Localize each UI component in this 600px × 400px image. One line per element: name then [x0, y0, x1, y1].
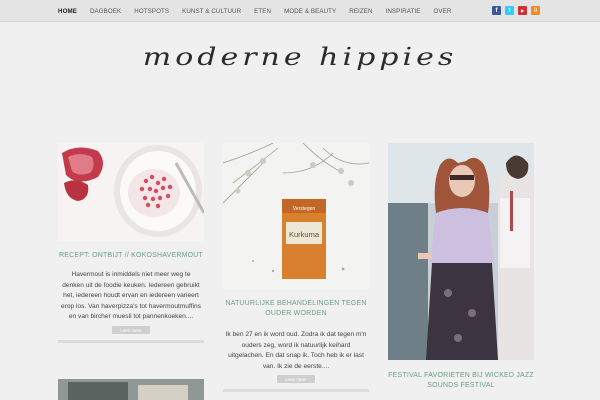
- nav-item-inspiratie[interactable]: INSPIRATIE: [386, 8, 421, 15]
- youtube-icon[interactable]: ▶: [518, 6, 527, 15]
- festival-photo: [388, 143, 534, 360]
- post-divider: [58, 340, 204, 343]
- read-more-button[interactable]: Lees meer: [112, 326, 150, 334]
- top-nav-bar: HOME DAGBOEK HOTSPOTS KUNST & CULTUUR ET…: [0, 0, 600, 22]
- twitter-icon[interactable]: t: [505, 6, 514, 15]
- post-excerpt: Ik ben 27 en ik word oud. Zodra ik dat t…: [225, 331, 367, 370]
- post-title[interactable]: FESTIVAL FAVORIETEN BIJ WICKED JAZZ SOUN…: [388, 371, 534, 391]
- kurkuma-photo: Kurkuma Verstegen: [223, 143, 369, 289]
- rss-icon[interactable]: )): [531, 6, 540, 15]
- nav-item-over[interactable]: OVER: [433, 8, 451, 15]
- post-image-festival-favorieten[interactable]: [388, 143, 534, 360]
- site-logo[interactable]: moderne hippies: [0, 44, 600, 72]
- nav-item-mode-beauty[interactable]: MODE & BEAUTY: [284, 8, 336, 15]
- nav-item-home[interactable]: HOME: [58, 8, 77, 15]
- nav-item-eten[interactable]: ETEN: [254, 8, 271, 15]
- brand-label: Verstegen: [293, 206, 316, 212]
- nav-item-kunst-cultuur[interactable]: KUNST & CULTUUR: [182, 8, 241, 15]
- nav-item-reizen[interactable]: REIZEN: [349, 8, 372, 15]
- post-title[interactable]: NATUURLIJKE BEHANDELINGEN TEGEN OUDER WO…: [223, 299, 369, 319]
- bowl-photo: [58, 143, 204, 241]
- read-more-button[interactable]: Lees meer: [277, 375, 315, 383]
- post-image-kokoshavermout[interactable]: [58, 143, 204, 241]
- post-excerpt: Havermout is inmiddels niet meer weg te …: [61, 271, 201, 320]
- post-image-bottom[interactable]: [58, 379, 204, 400]
- social-icons: f t ▶ )): [492, 6, 540, 15]
- facebook-icon[interactable]: f: [492, 6, 501, 15]
- post-title[interactable]: RECEPT: ONTBIJT // KOKOSHAVERMOUT: [58, 251, 204, 261]
- nav-item-dagboek[interactable]: DAGBOEK: [90, 8, 121, 15]
- nav-item-hotspots[interactable]: HOTSPOTS: [134, 8, 169, 15]
- post-divider: [223, 389, 369, 392]
- main-nav: HOME DAGBOEK HOTSPOTS KUNST & CULTUUR ET…: [58, 0, 464, 22]
- post-image-natuurlijke-behandelingen[interactable]: Kurkuma Verstegen: [223, 143, 369, 289]
- kurkuma-label: Kurkuma: [289, 230, 320, 239]
- bottom-photo: [58, 379, 204, 400]
